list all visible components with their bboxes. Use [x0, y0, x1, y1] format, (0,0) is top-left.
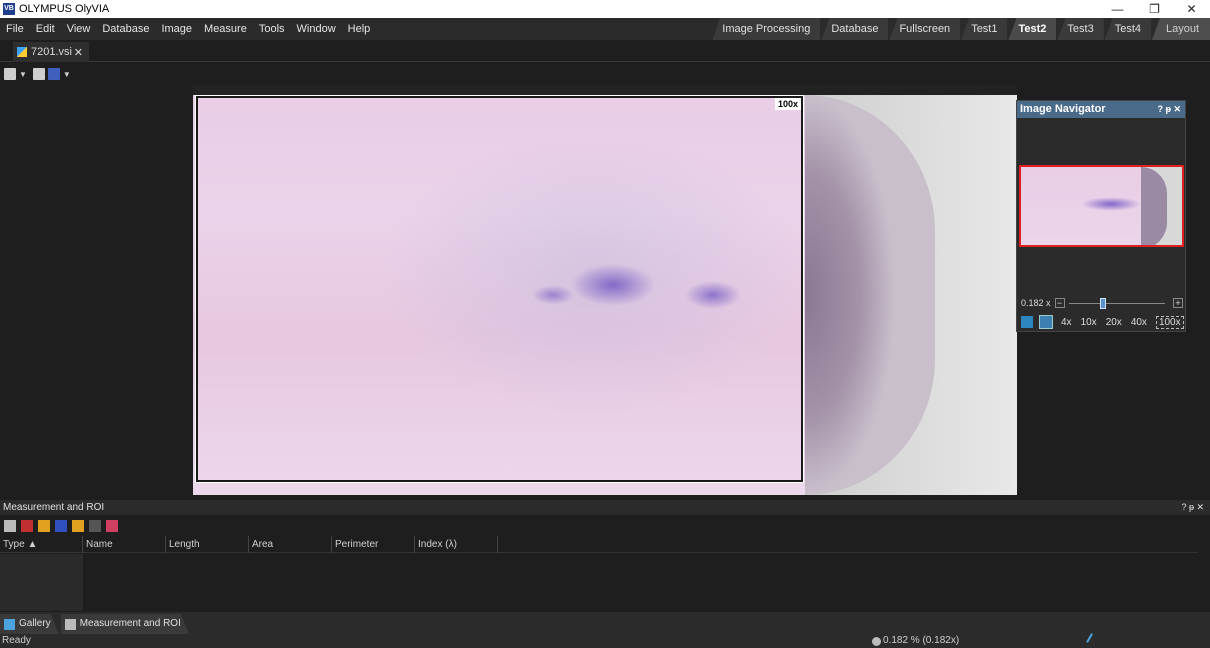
menu-image[interactable]: Image: [155, 18, 198, 40]
line-tool-icon[interactable]: [21, 519, 33, 532]
magnification-buttons: 4x 10x 20x 40x 100x: [1021, 315, 1193, 329]
column-index[interactable]: Index (λ): [415, 536, 498, 553]
select-icon[interactable]: [4, 519, 16, 532]
column-type[interactable]: Type ▲: [0, 536, 83, 553]
polyline-icon[interactable]: [55, 519, 67, 532]
column-name[interactable]: Name: [83, 536, 166, 553]
zoom-slider-handle[interactable]: [1099, 297, 1106, 309]
fit-icon[interactable]: [1039, 315, 1053, 329]
window-controls: — ❐ ✕: [1099, 0, 1210, 18]
zoom-value: 0.182 x: [1021, 298, 1051, 308]
slide-viewer[interactable]: 100x: [193, 85, 1017, 495]
mag-40x[interactable]: 40x: [1131, 317, 1147, 328]
tab-gallery[interactable]: Gallery: [0, 614, 59, 634]
mag-20x[interactable]: 20x: [1106, 317, 1122, 328]
zoom-slider-row: 0.182 x − +: [1021, 297, 1183, 309]
measurement-panel-controls[interactable]: ? ᵽ ✕: [1181, 500, 1204, 515]
menu-bar: File Edit View Database Image Measure To…: [0, 18, 1210, 40]
chevron-down-icon[interactable]: ▼: [19, 70, 27, 79]
tab-test1[interactable]: Test1: [961, 18, 1008, 40]
navigator-controls[interactable]: ? ᵽ ✕: [1157, 101, 1181, 118]
ruler-icon[interactable]: [89, 519, 101, 532]
tab-database[interactable]: Database: [821, 18, 889, 40]
calibration-icon: [1086, 633, 1100, 647]
app-icon: VB: [3, 3, 15, 15]
navigator-title: Image Navigator: [1020, 103, 1106, 115]
camera-icon[interactable]: [4, 68, 16, 80]
bottom-tab-bar: Gallery Measurement and ROI: [0, 612, 1210, 634]
zoom-icon: [872, 636, 881, 646]
slide-top-band: [193, 85, 1017, 95]
navigator-title-bar: Image Navigator ? ᵽ ✕: [1017, 101, 1185, 118]
document-tab-bar: 7201.vsi ✕: [0, 40, 1210, 62]
menu-view[interactable]: View: [61, 18, 97, 40]
close-window-button[interactable]: ✕: [1173, 0, 1210, 18]
menu-tools[interactable]: Tools: [253, 18, 291, 40]
status-zoom-value: 0.182 % (0.182x): [883, 635, 960, 646]
status-text: Ready: [2, 635, 31, 646]
zoom-out-button[interactable]: −: [1054, 298, 1065, 308]
column-length[interactable]: Length: [166, 536, 249, 553]
save-icon[interactable]: [32, 68, 45, 80]
color-icon[interactable]: [47, 68, 60, 80]
document-tab-label: 7201.vsi: [31, 46, 72, 58]
workspace-tabs: Image Processing Database Fullscreen Tes…: [711, 18, 1210, 40]
measurement-panel-label: Measurement and ROI: [3, 502, 105, 513]
menu-database[interactable]: Database: [96, 18, 155, 40]
gallery-icon: [4, 619, 15, 630]
mag-4x[interactable]: 4x: [1061, 317, 1072, 328]
thumb-dark-region: [1141, 167, 1167, 245]
tab-image-processing[interactable]: Image Processing: [712, 18, 821, 40]
mag-10x[interactable]: 10x: [1081, 317, 1097, 328]
measurement-type-column: [0, 554, 83, 611]
tab-test4[interactable]: Test4: [1104, 18, 1151, 40]
column-perimeter[interactable]: Perimeter: [332, 536, 415, 553]
export-icon[interactable]: [106, 519, 118, 532]
layout-dropdown[interactable]: Layout: [1152, 18, 1210, 40]
menu-measure[interactable]: Measure: [198, 18, 253, 40]
chevron-down-icon[interactable]: ▼: [63, 70, 71, 79]
tab-test3[interactable]: Test3: [1057, 18, 1104, 40]
zoom-in-button[interactable]: +: [1173, 298, 1183, 308]
navigator-thumbnail[interactable]: [1019, 165, 1184, 247]
menu-window[interactable]: Window: [291, 18, 342, 40]
tab-measurement-roi[interactable]: Measurement and ROI: [61, 614, 189, 634]
roi-rectangle[interactable]: 100x: [195, 95, 804, 483]
tab-measurement-label: Measurement and ROI: [79, 618, 181, 629]
tab-gallery-label: Gallery: [19, 618, 51, 629]
column-area[interactable]: Area: [249, 536, 332, 553]
menu-edit[interactable]: Edit: [30, 18, 61, 40]
image-navigator-panel: Image Navigator ? ᵽ ✕ 0.182 x − + 4x 10x…: [1016, 100, 1186, 332]
tab-test2[interactable]: Test2: [1008, 18, 1057, 40]
pencil-icon[interactable]: [38, 519, 50, 532]
document-tab[interactable]: 7201.vsi ✕: [13, 42, 89, 62]
measurement-toolbar: [0, 516, 1210, 535]
maximize-button[interactable]: ❐: [1136, 0, 1173, 18]
menu-file[interactable]: File: [0, 18, 30, 40]
measurement-panel-title: Measurement and ROI ? ᵽ ✕: [0, 500, 1210, 515]
measurement-table-body[interactable]: [83, 554, 1198, 611]
image-toolbar: ▼ ▼: [0, 63, 1210, 85]
pan-icon[interactable]: [1021, 316, 1033, 328]
zoom-slider[interactable]: [1068, 297, 1165, 309]
measurement-table-header: Type ▲ Name Length Area Perimeter Index …: [0, 536, 1198, 553]
measurement-scrollbar[interactable]: [1198, 536, 1210, 611]
close-tab-icon[interactable]: ✕: [74, 46, 83, 59]
tab-fullscreen[interactable]: Fullscreen: [889, 18, 961, 40]
image-file-icon: [17, 47, 27, 57]
thumb-stain: [1081, 197, 1141, 211]
mag-100x[interactable]: 100x: [1155, 315, 1184, 329]
status-bar: Ready 0.182 % (0.182x): [0, 633, 1210, 648]
measure-icon: [65, 619, 76, 630]
title-bar: VB OLYMPUS OlyVIA — ❐ ✕: [0, 0, 1210, 18]
minimize-button[interactable]: —: [1099, 0, 1136, 18]
roi-magnification-label: 100x: [774, 98, 801, 110]
window-title: OLYMPUS OlyVIA: [19, 3, 110, 15]
freehand-icon[interactable]: [72, 519, 84, 532]
menu-help[interactable]: Help: [342, 18, 377, 40]
status-zoom: 0.182 % (0.182x): [872, 634, 959, 648]
